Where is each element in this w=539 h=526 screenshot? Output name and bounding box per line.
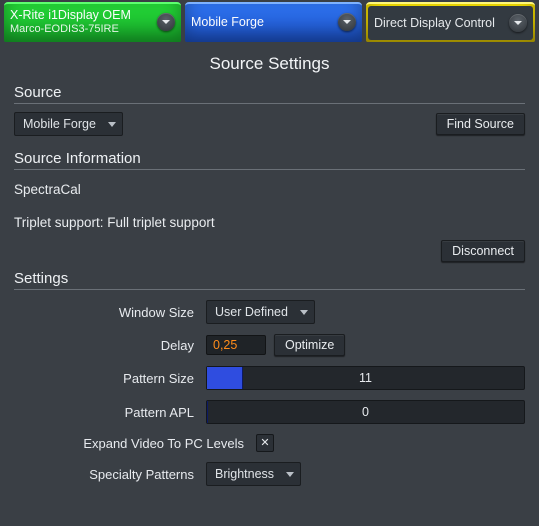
delay-input[interactable]: 0,25 [206,335,266,355]
slider-fill [207,401,208,423]
label-expand-pc: Expand Video To PC Levels [14,436,256,451]
chevron-down-icon [108,122,116,127]
label-pattern-apl: Pattern APL [14,405,206,420]
disconnect-button[interactable]: Disconnect [441,240,525,262]
pattern-size-slider[interactable]: 11 [206,366,525,390]
tab-meter-title: X-Rite i1Display OEM [10,8,131,22]
source-triplet-support: Triplet support: Full triplet support [14,215,525,230]
label-specialty-patterns: Specialty Patterns [14,467,206,482]
divider [14,289,525,290]
divider [14,169,525,170]
section-source-heading: Source [14,84,525,101]
window-size-select[interactable]: User Defined [206,300,315,324]
label-pattern-size: Pattern Size [14,371,206,386]
top-tabs: X-Rite i1Display OEM Marco-EODIS3-75IRE … [0,0,539,42]
page-body: Source Settings Source Mobile Forge Find… [0,42,539,506]
pattern-size-value: 11 [359,371,372,385]
chevron-down-icon [161,17,171,27]
specialty-patterns-value: Brightness [215,467,274,481]
source-select[interactable]: Mobile Forge [14,112,123,136]
find-source-button[interactable]: Find Source [436,113,525,135]
pattern-apl-value: 0 [362,405,369,419]
pattern-apl-slider[interactable]: 0 [206,400,525,424]
optimize-button[interactable]: Optimize [274,334,345,356]
chevron-down-icon [513,18,523,28]
expand-pc-checkbox[interactable]: ✕ [256,434,274,452]
tab-source-title: Mobile Forge [191,15,264,29]
section-settings-heading: Settings [14,270,525,287]
tab-display[interactable]: Direct Display Control [366,2,535,42]
settings-form: Window Size User Defined Delay 0,25 Opti… [14,300,525,486]
page-title: Source Settings [14,54,525,74]
label-window-size: Window Size [14,305,206,320]
tab-source-dropdown[interactable] [338,13,356,31]
tab-display-title: Direct Display Control [374,16,495,30]
source-vendor: SpectraCal [14,182,525,197]
tab-meter-dropdown[interactable] [157,13,175,31]
chevron-down-icon [286,472,294,477]
source-select-value: Mobile Forge [23,117,96,131]
tab-meter-sub: Marco-EODIS3-75IRE [10,23,131,36]
tab-display-dropdown[interactable] [509,14,527,32]
source-settings-panel: { "tabs": [ {"title": "X-Rite i1Display … [0,0,539,526]
chevron-down-icon [342,17,352,27]
slider-fill [207,367,243,389]
specialty-patterns-select[interactable]: Brightness [206,462,301,486]
label-delay: Delay [14,338,206,353]
window-size-value: User Defined [215,305,288,319]
tab-meter[interactable]: X-Rite i1Display OEM Marco-EODIS3-75IRE [4,2,181,42]
tab-source[interactable]: Mobile Forge [185,2,362,42]
chevron-down-icon [300,310,308,315]
section-source-info-heading: Source Information [14,150,525,167]
divider [14,103,525,104]
